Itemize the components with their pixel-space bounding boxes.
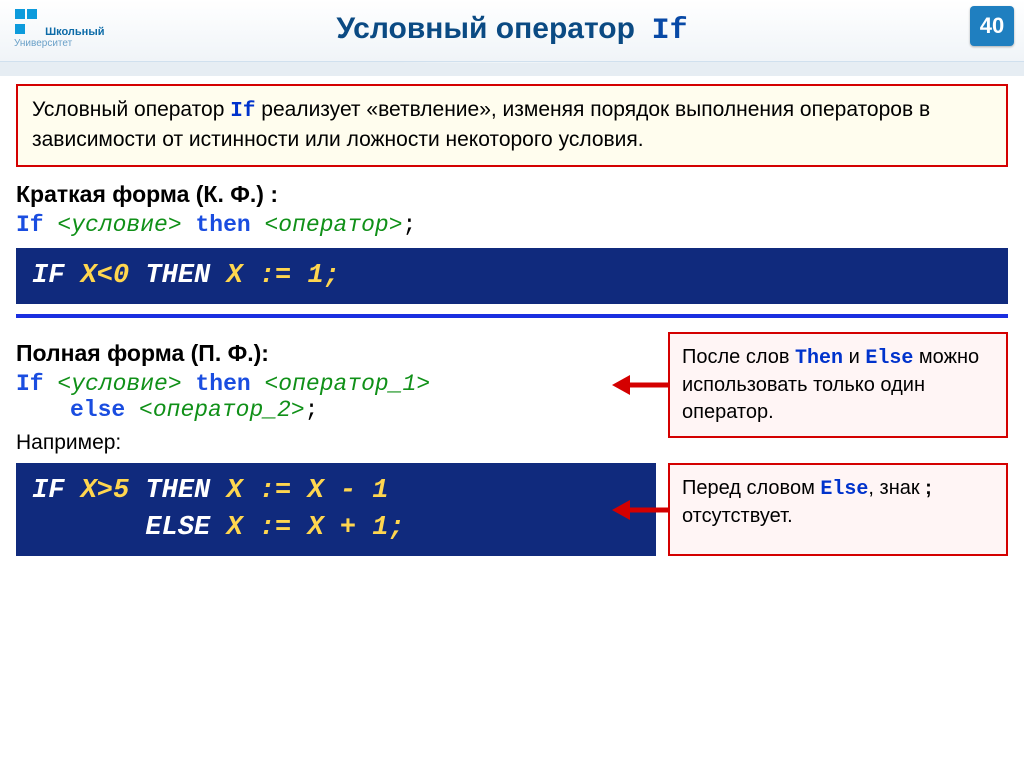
arrow-left-icon	[612, 496, 668, 524]
title-code: If	[652, 14, 688, 48]
school-logo: Школьный Университет	[14, 8, 104, 49]
slide-title: Условный оператор If	[0, 0, 1024, 48]
short-form-syntax: If <условие> then <оператор>;	[16, 212, 1008, 238]
logo-line1: Школьный	[45, 26, 104, 38]
note-then-else: После слов Then и Else можно использоват…	[668, 332, 1008, 438]
full-form-syntax: If <условие> then <оператор_1> else <опе…	[16, 371, 656, 423]
example-label: Например:	[16, 431, 656, 455]
header-wave	[0, 62, 1024, 76]
slide-content: Условный оператор If реализует «ветвлени…	[0, 84, 1024, 556]
short-form-heading: Краткая форма (К. Ф.) :	[16, 181, 1008, 208]
section-divider	[16, 314, 1008, 318]
intro-box: Условный оператор If реализует «ветвлени…	[16, 84, 1008, 167]
full-form-heading: Полная форма (П. Ф.):	[16, 340, 656, 367]
note-else-semicolon: Перед словом Else, знак ; отсутствует.	[668, 463, 1008, 556]
arrow-left-icon	[612, 371, 668, 399]
logo-line2: Университет	[14, 38, 104, 49]
short-form-code: IF X<0 THEN X := 1;	[16, 248, 1008, 304]
page-number-badge: 40	[970, 6, 1014, 46]
slide-header: Школьный Университет Условный оператор I…	[0, 0, 1024, 62]
full-form-code: IF X>5 THEN X := X - 1 ELSE X := X + 1;	[16, 463, 656, 556]
